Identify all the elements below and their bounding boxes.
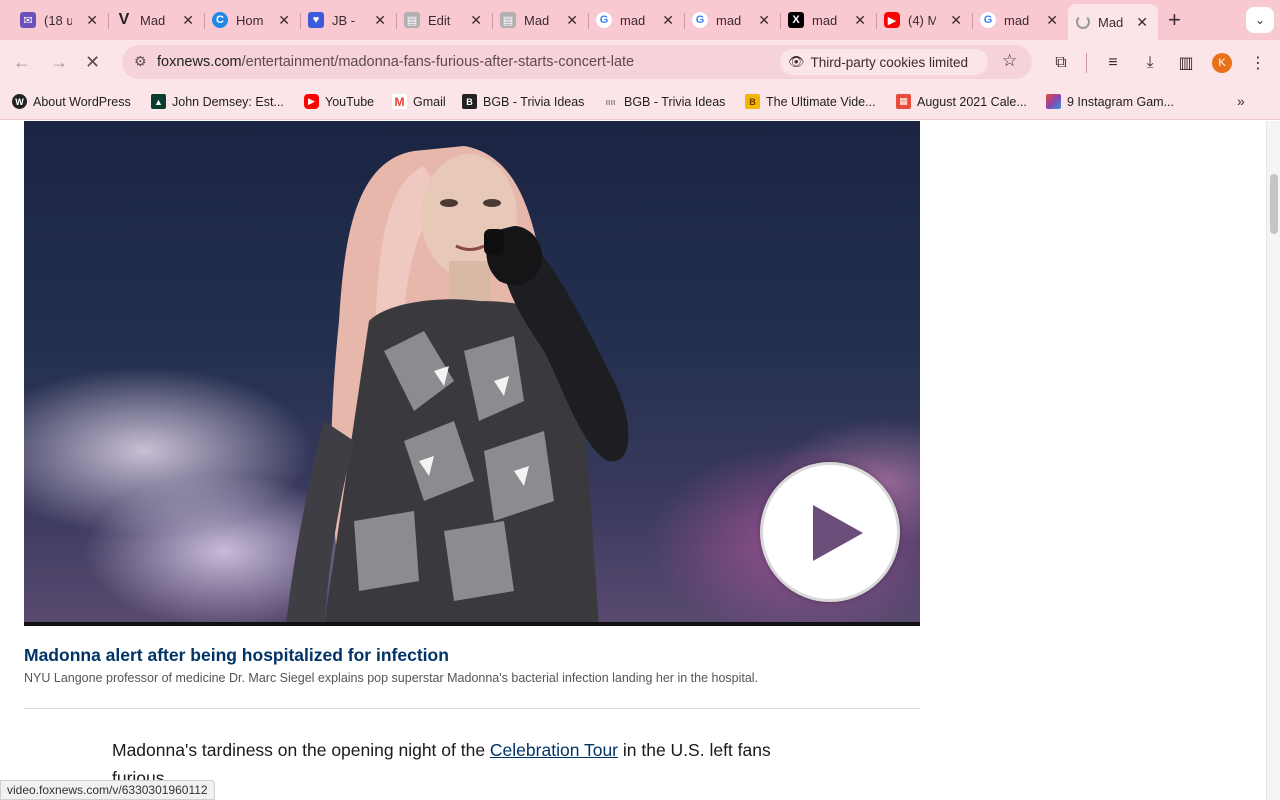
browser-tab-active[interactable]: Mad ✕ [1068, 4, 1158, 40]
browser-tab[interactable]: C Hom ✕ [204, 6, 301, 34]
forward-icon[interactable]: → [50, 52, 68, 72]
browser-tab[interactable]: G mad ✕ [684, 6, 781, 34]
tab-search-icon[interactable]: ⌄ [1246, 7, 1274, 33]
tab-strip: ✉ (18 u ✕ V Mad ✕ C Hom ✕ ♥ JB - ✕ ▤ Edi… [0, 0, 1280, 40]
third-party-cookies-chip[interactable]: 👁 Third-party cookies limited [780, 49, 988, 75]
calendar-icon: ▦ [896, 94, 911, 109]
news-icon: ▤ [500, 12, 516, 28]
browser-tab[interactable]: ▤ Mad ✕ [492, 6, 589, 34]
close-icon[interactable]: ✕ [662, 12, 674, 28]
divider [24, 708, 920, 709]
c-logo-icon: C [212, 12, 228, 28]
bookmark-item[interactable]: ▲ John Demsey: Est... [151, 94, 284, 109]
browser-tab[interactable]: ✉ (18 u ✕ [12, 6, 109, 34]
article-paragraph: Madonna's tardiness on the opening night… [112, 740, 771, 788]
close-icon[interactable]: ✕ [86, 12, 98, 28]
extensions-icon[interactable]: ⧉ [1050, 52, 1072, 74]
browser-tab[interactable]: ♥ JB - ✕ [300, 6, 397, 34]
v-logo-icon: V [118, 11, 130, 28]
profile-avatar[interactable]: K [1212, 53, 1232, 73]
page-scrollbar[interactable] [1266, 121, 1280, 800]
bookmark-item[interactable]: 9 Instagram Gam... [1046, 94, 1174, 109]
address-bar[interactable]: ⚙ foxnews.com/entertainment/madonna-fans… [122, 45, 1032, 79]
download-icon[interactable]: ⤓ [1139, 52, 1161, 74]
bookmark-site-icon: B [462, 94, 477, 109]
browser-tab[interactable]: X mad ✕ [780, 6, 877, 34]
bookmark-item[interactable]: M Gmail [392, 94, 446, 109]
wordpress-icon: W [12, 94, 27, 109]
browser-tab[interactable]: ▤ Edit ✕ [396, 6, 493, 34]
news-icon: ▤ [404, 12, 420, 28]
url-text[interactable]: foxnews.com/entertainment/madonna-fans-f… [157, 54, 634, 70]
browser-tab[interactable]: V Mad ✕ [108, 6, 205, 34]
browser-tab[interactable]: ▶ (4) M ✕ [876, 6, 973, 34]
close-icon[interactable]: ✕ [278, 12, 290, 28]
stop-loading-icon[interactable]: ✕ [85, 52, 100, 72]
close-icon[interactable]: ✕ [470, 12, 482, 28]
close-icon[interactable]: ✕ [950, 12, 962, 28]
video-description: NYU Langone professor of medicine Dr. Ma… [24, 671, 759, 685]
loading-icon [1076, 15, 1090, 29]
close-icon[interactable]: ✕ [182, 12, 194, 28]
bookmark-site-icon: B [745, 94, 760, 109]
scrollbar-thumb[interactable] [1270, 174, 1278, 234]
back-icon[interactable]: ← [13, 52, 31, 72]
video-progress-bar[interactable] [24, 622, 920, 626]
heart-icon: ♥ [308, 12, 324, 28]
bookmark-item[interactable]: ıııı BGB - Trivia Ideas [603, 94, 725, 109]
video-title-link[interactable]: Madonna alert after being hospitalized f… [24, 645, 449, 666]
bookmark-star-icon[interactable]: ☆ [1002, 52, 1017, 70]
bookmark-item[interactable]: W About WordPress [12, 94, 131, 109]
eye-off-icon: 👁 [788, 54, 805, 69]
bookmark-site-icon: ıııı [605, 96, 616, 107]
youtube-icon: ▶ [884, 12, 900, 28]
close-icon[interactable]: ✕ [854, 12, 866, 28]
close-icon[interactable]: ✕ [374, 12, 386, 28]
bookmark-site-icon [1046, 94, 1061, 109]
mail-icon: ✉ [20, 12, 36, 28]
play-icon [813, 505, 863, 561]
google-icon: G [980, 12, 996, 28]
close-icon[interactable]: ✕ [1136, 14, 1148, 30]
site-settings-icon[interactable]: ⚙ [134, 53, 152, 71]
new-tab-icon[interactable]: + [1168, 9, 1181, 31]
close-icon[interactable]: ✕ [566, 12, 578, 28]
close-icon[interactable]: ✕ [758, 12, 770, 28]
bookmark-site-icon: ▲ [151, 94, 166, 109]
close-icon[interactable]: ✕ [1046, 12, 1058, 28]
bookmark-item[interactable]: ▦ August 2021 Cale... [896, 94, 1027, 109]
more-bookmarks-icon[interactable]: » [1237, 93, 1245, 109]
more-menu-icon[interactable]: ⋮ [1247, 52, 1269, 74]
link-status-bar: video.foxnews.com/v/6330301960112 [0, 780, 215, 800]
video-player[interactable] [24, 121, 920, 626]
bookmark-item[interactable]: B BGB - Trivia Ideas [462, 94, 584, 109]
celebration-tour-link[interactable]: Celebration Tour [490, 740, 618, 760]
browser-tab[interactable]: G mad ✕ [588, 6, 685, 34]
youtube-icon: ▶ [304, 94, 319, 109]
bookmarks-bar: W About WordPress ▲ John Demsey: Est... … [0, 86, 1280, 120]
browser-tab[interactable]: G mad ✕ [972, 6, 1068, 34]
google-icon: G [692, 12, 708, 28]
media-controls-icon[interactable]: ≡ [1102, 52, 1124, 74]
google-icon: G [596, 12, 612, 28]
play-button[interactable] [760, 462, 900, 602]
browser-toolbar: ← → ✕ ⚙ foxnews.com/entertainment/madonn… [0, 40, 1280, 86]
bookmark-item[interactable]: ▶ YouTube [304, 94, 374, 109]
bookmark-item[interactable]: B The Ultimate Vide... [745, 94, 876, 109]
gmail-icon: M [392, 94, 407, 109]
x-logo-icon: X [788, 12, 804, 28]
side-panel-icon[interactable]: ▥ [1175, 52, 1197, 74]
page-content: Madonna alert after being hospitalized f… [0, 121, 1266, 800]
